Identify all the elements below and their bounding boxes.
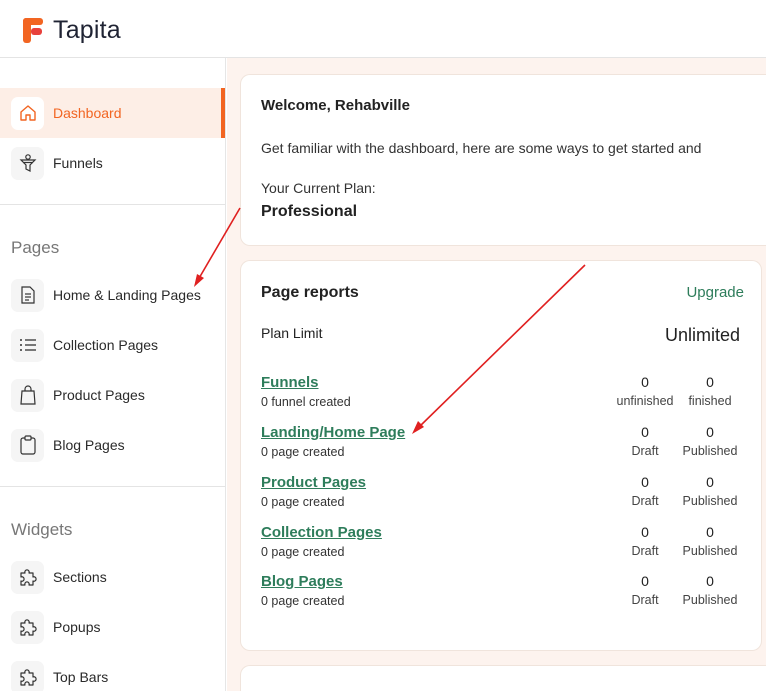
landing-home-page-report-link[interactable]: Landing/Home Page xyxy=(261,424,405,441)
current-plan-label: Your Current Plan: xyxy=(261,180,376,196)
plan-limit-value: Unlimited xyxy=(664,325,740,345)
row-created-count: 0 page created xyxy=(261,445,345,459)
stat-published: 0 Published xyxy=(670,573,750,607)
sidebar-item-popups[interactable]: Popups xyxy=(0,602,225,652)
section-title-pages: Pages xyxy=(11,238,60,257)
section-title-widgets: Widgets xyxy=(11,520,73,539)
stat-label: finished xyxy=(688,394,732,408)
sidebar-divider xyxy=(0,486,225,487)
sidebar-item-collection-pages[interactable]: Collection Pages xyxy=(0,320,225,370)
sidebar-item-label: Popups xyxy=(53,619,101,635)
sidebar-item-label: Top Bars xyxy=(53,669,109,685)
sidebar-item-label: Home & Landing Pages xyxy=(53,287,201,303)
puzzle-icon xyxy=(11,660,44,691)
current-plan-value: Professional xyxy=(261,203,358,220)
sidebar-item-label: Sections xyxy=(53,569,107,585)
sidebar-item-label: Dashboard xyxy=(53,105,122,121)
home-icon xyxy=(11,96,44,130)
stat-published: 0 Published xyxy=(670,524,750,558)
report-row-product: Product Pages 0 page created 0 Draft 0 P… xyxy=(261,474,741,514)
sidebar-item-home-landing-pages[interactable]: Home & Landing Pages xyxy=(0,270,225,320)
stat-label: Published xyxy=(682,593,738,607)
sidebar-divider xyxy=(0,204,225,205)
stat-number: 0 xyxy=(706,573,714,589)
row-created-count: 0 page created xyxy=(261,495,345,509)
sidebar-item-product-pages[interactable]: Product Pages xyxy=(0,370,225,420)
stat-label: Published xyxy=(682,494,738,508)
stat-number: 0 xyxy=(706,374,714,390)
stat-number: 0 xyxy=(706,524,714,540)
brand-logo[interactable]: Tapita xyxy=(23,16,121,45)
brand-name: Tapita xyxy=(53,16,121,44)
sidebar-item-label: Blog Pages xyxy=(53,437,125,453)
clipboard-icon xyxy=(11,428,44,462)
stat-number: 0 xyxy=(706,474,714,490)
next-card xyxy=(241,666,766,691)
blog-pages-report-link[interactable]: Blog Pages xyxy=(261,573,343,590)
sidebar-item-dashboard[interactable]: Dashboard xyxy=(0,88,225,138)
top-bar: Tapita xyxy=(0,0,766,58)
report-row-landing-home: Landing/Home Page 0 page created 0 Draft… xyxy=(261,424,741,464)
puzzle-icon xyxy=(11,610,44,644)
row-created-count: 0 page created xyxy=(261,545,345,559)
collection-pages-report-link[interactable]: Collection Pages xyxy=(261,524,382,541)
shopping-bag-icon xyxy=(11,378,44,412)
welcome-title: Welcome, Rehabville xyxy=(261,97,410,114)
sidebar-item-label: Funnels xyxy=(53,155,103,171)
funnels-report-link[interactable]: Funnels xyxy=(261,374,319,391)
stat-published: 0 Published xyxy=(670,424,750,458)
tapita-logo-icon xyxy=(23,17,43,43)
report-row-blog: Blog Pages 0 page created 0 Draft 0 Publ… xyxy=(261,573,741,613)
row-created-count: 0 funnel created xyxy=(261,395,351,409)
sidebar-item-sections[interactable]: Sections xyxy=(0,552,225,602)
sidebar-item-funnels[interactable]: Funnels xyxy=(0,138,225,188)
upgrade-link[interactable]: Upgrade xyxy=(686,284,744,301)
report-row-collection: Collection Pages 0 page created 0 Draft … xyxy=(261,524,741,564)
stat-number: 0 xyxy=(706,424,714,440)
document-icon xyxy=(11,278,44,312)
row-created-count: 0 page created xyxy=(261,594,345,608)
page-reports-title: Page reports xyxy=(261,284,359,301)
stat-label: Published xyxy=(682,444,738,458)
stat-published: 0 Published xyxy=(670,474,750,508)
stat-finished: 0 finished xyxy=(670,374,750,408)
funnel-icon xyxy=(11,146,44,180)
sidebar-item-label: Collection Pages xyxy=(53,337,159,353)
welcome-card: Welcome, Rehabville Get familiar with th… xyxy=(241,75,766,245)
product-pages-report-link[interactable]: Product Pages xyxy=(261,474,366,491)
report-row-funnels: Funnels 0 funnel created 0 unfinished 0 … xyxy=(261,374,741,414)
welcome-subtitle: Get familiar with the dashboard, here ar… xyxy=(261,140,702,156)
list-icon xyxy=(11,328,44,362)
sidebar-item-blog-pages[interactable]: Blog Pages xyxy=(0,420,225,470)
sidebar-item-label: Product Pages xyxy=(53,387,145,403)
page-reports-card: Page reports Upgrade Plan Limit Unlimite… xyxy=(241,261,761,650)
sidebar-item-top-bars[interactable]: Top Bars xyxy=(0,652,225,691)
stat-label: Published xyxy=(682,544,738,558)
puzzle-icon xyxy=(11,560,44,594)
plan-limit-label: Plan Limit xyxy=(261,325,323,341)
